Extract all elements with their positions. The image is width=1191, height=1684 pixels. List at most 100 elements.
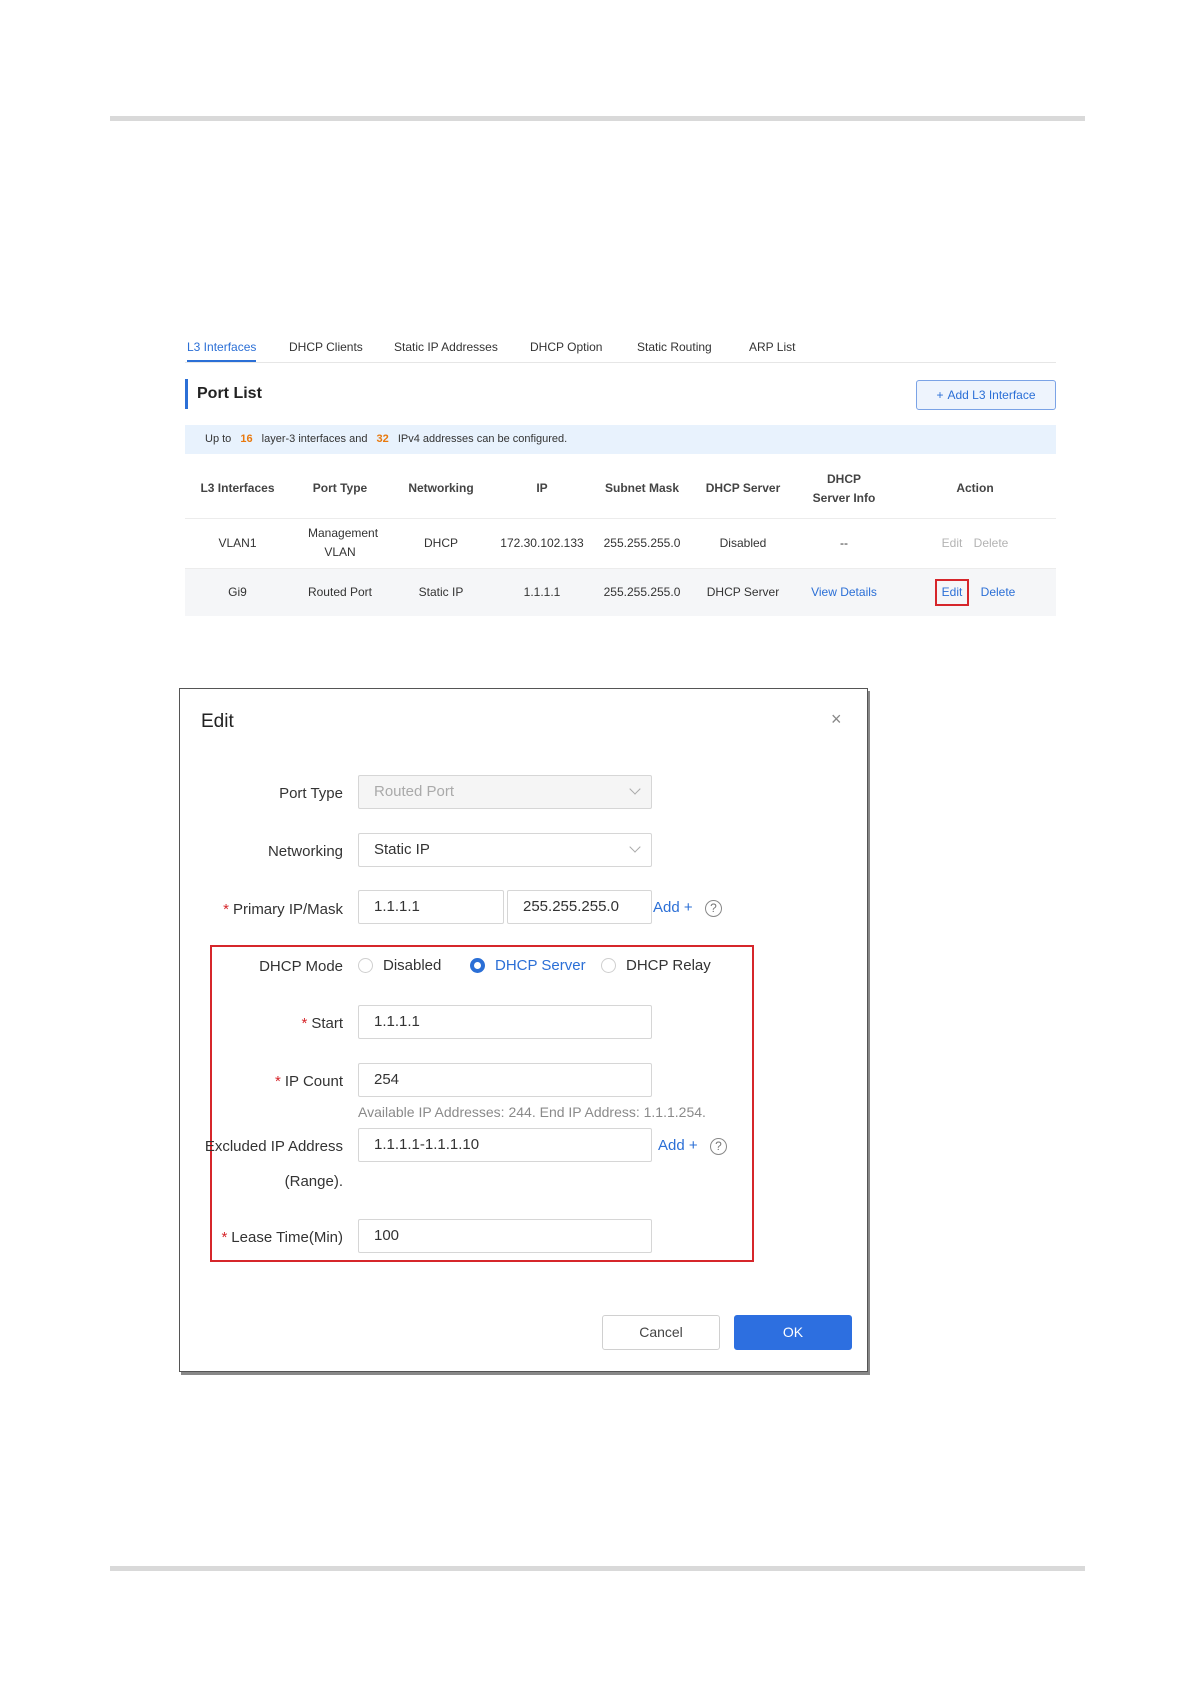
cell-dhcp-info: -- bbox=[794, 517, 894, 568]
table-header-row: L3 Interfaces Port Type Networking IP Su… bbox=[185, 460, 1056, 518]
cell-networking: Static IP bbox=[390, 567, 492, 616]
column-header: DHCP Server Info bbox=[812, 471, 876, 505]
port-type-value: Routed Port bbox=[374, 783, 455, 800]
edit-link-disabled: Edit bbox=[941, 535, 963, 550]
port-list-panel: L3 Interfaces DHCP Clients Static IP Add… bbox=[185, 330, 1056, 626]
primary-ip-input[interactable]: 1.1.1.1 bbox=[358, 890, 504, 924]
lease-time-input[interactable]: 100 bbox=[358, 1219, 652, 1253]
excluded-ip-input[interactable]: 1.1.1.1-1.1.1.10 bbox=[358, 1128, 652, 1162]
lease-time-label: * Lease Time(Min) bbox=[221, 1229, 343, 1246]
notice-ipv4-max: 32 bbox=[376, 433, 389, 445]
ip-count-label-text: IP Count bbox=[284, 1073, 343, 1090]
tab-static-ip-addresses[interactable]: Static IP Addresses bbox=[394, 340, 498, 354]
plus-icon: + bbox=[936, 388, 944, 402]
start-label: * Start bbox=[301, 1015, 343, 1032]
page-bottom-rule bbox=[110, 1566, 1085, 1571]
add-excluded-link[interactable]: Add + bbox=[658, 1137, 698, 1154]
port-table: L3 Interfaces Port Type Networking IP Su… bbox=[185, 460, 1056, 616]
start-label-text: Start bbox=[311, 1015, 343, 1032]
add-l3-interface-label: Add L3 Interface bbox=[947, 388, 1036, 402]
edit-link[interactable]: Edit bbox=[934, 578, 970, 606]
column-header: Subnet Mask bbox=[604, 481, 679, 496]
networking-select[interactable]: Static IP bbox=[358, 833, 652, 867]
column-header: Port Type bbox=[312, 481, 368, 496]
tab-arp-list[interactable]: ARP List bbox=[749, 340, 795, 354]
excluded-ip-label-range: (Range). bbox=[284, 1173, 343, 1190]
tab-dhcp-option[interactable]: DHCP Option bbox=[530, 340, 602, 354]
radio-dhcp-server-label: DHCP Server bbox=[495, 957, 586, 974]
cell-ip: 1.1.1.1 bbox=[492, 567, 592, 616]
delete-link[interactable]: Delete bbox=[981, 583, 1016, 602]
radio-circle bbox=[358, 958, 373, 973]
column-header: DHCP Server bbox=[705, 481, 781, 496]
excluded-ip-label: Excluded IP Address bbox=[204, 1138, 343, 1155]
cell-port-type: Management VLAN bbox=[290, 517, 390, 568]
tab-bar: L3 Interfaces DHCP Clients Static IP Add… bbox=[185, 330, 1056, 363]
required-marker: * bbox=[221, 1229, 228, 1246]
column-header: Networking bbox=[408, 481, 474, 496]
required-marker: * bbox=[275, 1073, 281, 1090]
cell-action: Edit Delete bbox=[894, 517, 1056, 568]
ok-button[interactable]: OK bbox=[734, 1315, 852, 1350]
tab-dhcp-clients[interactable]: DHCP Clients bbox=[289, 340, 363, 354]
cell-dhcp-server: Disabled bbox=[692, 517, 794, 568]
dialog-title: Edit bbox=[201, 711, 234, 732]
lease-time-label-text: Lease Time(Min) bbox=[231, 1229, 343, 1246]
notice-middle: layer-3 interfaces and bbox=[261, 433, 368, 445]
column-header: Action bbox=[956, 481, 994, 496]
cancel-button[interactable]: Cancel bbox=[602, 1315, 720, 1350]
chevron-down-icon bbox=[629, 783, 641, 795]
cell-mask: 255.255.255.0 bbox=[592, 517, 692, 568]
cell-interface: VLAN1 bbox=[185, 517, 290, 568]
add-ip-link[interactable]: Add + bbox=[653, 899, 693, 916]
tab-l3-interfaces[interactable]: L3 Interfaces bbox=[187, 340, 257, 362]
cell-networking: DHCP bbox=[390, 517, 492, 568]
port-type-label: Port Type bbox=[279, 785, 343, 802]
radio-circle bbox=[601, 958, 616, 973]
radio-disabled-label: Disabled bbox=[383, 957, 442, 974]
start-input[interactable]: 1.1.1.1 bbox=[358, 1005, 652, 1039]
cell-interface: Gi9 bbox=[185, 567, 290, 616]
ip-count-input[interactable]: 254 bbox=[358, 1063, 652, 1097]
ip-count-label: * IP Count bbox=[275, 1073, 343, 1090]
required-marker: * bbox=[223, 901, 229, 918]
cell-port-type: Routed Port bbox=[290, 567, 390, 616]
help-icon[interactable]: ? bbox=[705, 900, 722, 917]
primary-ip-label-text: Primary IP/Mask bbox=[232, 901, 343, 918]
ip-count-hint: Available IP Addresses: 244. End IP Addr… bbox=[358, 1104, 706, 1120]
tab-static-routing[interactable]: Static Routing bbox=[637, 340, 712, 354]
networking-label: Networking bbox=[267, 843, 343, 860]
networking-value: Static IP bbox=[374, 841, 430, 858]
required-marker: * bbox=[301, 1015, 308, 1032]
port-list-title: Port List bbox=[185, 379, 262, 409]
table-row: Gi9 Routed Port Static IP 1.1.1.1 255.25… bbox=[185, 567, 1056, 616]
radio-dhcp-relay-label: DHCP Relay bbox=[626, 957, 711, 974]
cell-mask: 255.255.255.0 bbox=[592, 567, 692, 616]
primary-mask-input[interactable]: 255.255.255.0 bbox=[507, 890, 652, 924]
column-header: IP bbox=[536, 481, 548, 496]
dhcp-mode-label: DHCP Mode bbox=[259, 958, 343, 975]
notice-interfaces-max: 16 bbox=[240, 433, 253, 445]
port-type-select: Routed Port bbox=[358, 775, 652, 809]
delete-link-disabled: Delete bbox=[973, 535, 1009, 550]
cell-action: Edit Delete bbox=[894, 567, 1056, 616]
radio-dhcp-relay[interactable]: DHCP Relay bbox=[601, 957, 711, 974]
page-top-rule bbox=[110, 116, 1085, 121]
radio-disabled[interactable]: Disabled bbox=[358, 957, 441, 974]
notice-suffix: IPv4 addresses can be configured. bbox=[397, 433, 568, 445]
column-header: L3 Interfaces bbox=[200, 481, 275, 496]
edit-dialog: Edit × Port Type Routed Port Networking … bbox=[179, 688, 868, 1372]
close-icon[interactable]: × bbox=[831, 709, 842, 730]
cell-dhcp-server: DHCP Server bbox=[692, 567, 794, 616]
primary-ip-label: * Primary IP/Mask bbox=[223, 901, 343, 918]
table-row: VLAN1 Management VLAN DHCP 172.30.102.13… bbox=[185, 517, 1056, 568]
radio-circle-selected bbox=[470, 958, 485, 973]
help-icon[interactable]: ? bbox=[710, 1138, 727, 1155]
cell-ip: 172.30.102.133 bbox=[492, 517, 592, 568]
capacity-notice: Up to 16 layer-3 interfaces and 32 IPv4 … bbox=[185, 425, 1056, 454]
chevron-down-icon bbox=[629, 841, 641, 853]
notice-prefix: Up to bbox=[205, 433, 232, 445]
view-details-link[interactable]: View Details bbox=[794, 567, 894, 616]
add-l3-interface-button[interactable]: + Add L3 Interface bbox=[916, 380, 1056, 410]
radio-dhcp-server[interactable]: DHCP Server bbox=[470, 957, 586, 974]
